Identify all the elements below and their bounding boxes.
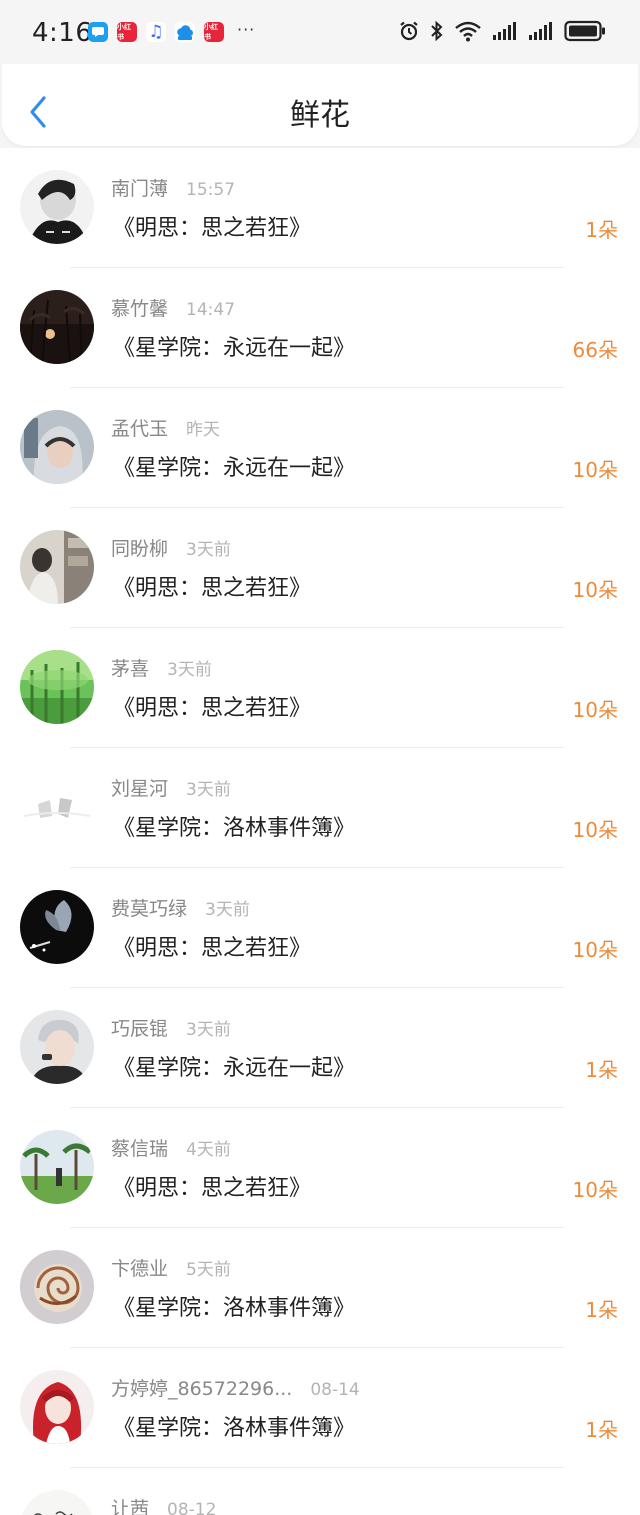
flower-count: 1朵 [585,218,618,242]
wifi-icon [454,20,482,42]
book-title[interactable]: 《星学院：洛林事件簿》 [113,810,355,842]
bluetooth-icon [430,20,444,42]
user-name[interactable]: 同盼柳 [111,534,168,561]
avatar[interactable] [20,1250,94,1324]
list-item[interactable]: 茅喜 3天前 《明思：思之若狂》 10朵 [0,628,640,748]
avatar[interactable] [20,290,94,364]
avatar[interactable] [20,770,94,844]
book-title[interactable]: 《明思：思之若狂》 [113,570,311,602]
timestamp: 3天前 [205,900,250,920]
list-item[interactable]: 蔡信瑞 4天前 《明思：思之若狂》 10朵 [0,1108,640,1228]
signal-icon [492,21,518,41]
book-title[interactable]: 《明思：思之若狂》 [113,930,311,962]
flower-count: 1朵 [585,1418,618,1442]
book-title[interactable]: 《明思：思之若狂》 [113,210,311,242]
user-name[interactable]: 孟代玉 [111,414,168,441]
user-name[interactable]: 让茜 [111,1494,149,1515]
avatar[interactable] [20,890,94,964]
avatar[interactable] [20,410,94,484]
nav-card: 鲜花 [2,64,638,146]
music-icon: ♫ [146,22,166,42]
flower-count: 1朵 [585,1058,618,1082]
battery-icon [564,20,606,42]
timestamp: 3天前 [186,780,231,800]
alarm-icon [398,20,420,42]
list-item[interactable]: 刘星河 3天前 《星学院：洛林事件簿》 10朵 [0,748,640,868]
user-name[interactable]: 慕竹馨 [111,294,168,321]
timestamp: 昨天 [186,420,221,440]
timestamp: 08-14 [310,1380,360,1400]
status-bar: 4:16 小红书 ♫ 小红书 ··· [0,0,640,64]
user-name[interactable]: 刘星河 [111,774,168,801]
red-app-icon: 小红书 [204,22,224,42]
avatar[interactable] [20,1010,94,1084]
flower-list: 南门薄 15:57 《明思：思之若狂》 1朵 慕竹馨 14:47 《星学院：永远… [0,148,640,1515]
timestamp: 3天前 [186,540,231,560]
flower-count: 10朵 [572,1178,618,1202]
timestamp: 3天前 [186,1020,231,1040]
avatar[interactable] [20,1130,94,1204]
signal-icon [528,21,554,41]
timestamp: 14:47 [186,300,236,320]
list-item[interactable]: 卞德业 5天前 《星学院：洛林事件簿》 1朵 [0,1228,640,1348]
flower-count: 10朵 [572,458,618,482]
list-item[interactable]: 南门薄 15:57 《明思：思之若狂》 1朵 [0,148,640,268]
book-title[interactable]: 《明思：思之若狂》 [113,690,311,722]
avatar[interactable] [20,1370,94,1444]
user-name[interactable]: 卞德业 [111,1254,168,1281]
avatar[interactable] [20,1490,94,1515]
avatar[interactable] [20,170,94,244]
cloud-app-icon [175,22,195,42]
user-name[interactable]: 费莫巧绿 [111,894,187,921]
book-title[interactable]: 《星学院：永远在一起》 [113,1050,355,1082]
avatar[interactable] [20,650,94,724]
page-title: 鲜花 [290,98,350,133]
user-name[interactable]: 方婷婷_86572296... [111,1374,292,1401]
list-item[interactable]: 慕竹馨 14:47 《星学院：永远在一起》 66朵 [0,268,640,388]
user-name[interactable]: 巧辰锟 [111,1014,168,1041]
list-item[interactable]: 让茜 08-12 [0,1468,640,1515]
book-title[interactable]: 《星学院：永远在一起》 [113,330,355,362]
status-time: 4:16 [32,18,93,48]
more-notifications-icon: ··· [237,19,256,39]
flower-count: 10朵 [572,818,618,842]
list-item[interactable]: 同盼柳 3天前 《明思：思之若狂》 10朵 [0,508,640,628]
flower-count: 1朵 [585,1298,618,1322]
user-name[interactable]: 蔡信瑞 [111,1134,168,1161]
user-name[interactable]: 茅喜 [111,654,149,681]
flower-count: 66朵 [572,338,618,362]
timestamp: 08-12 [167,1500,217,1515]
book-title[interactable]: 《星学院：洛林事件簿》 [113,1410,355,1442]
flower-count: 10朵 [572,698,618,722]
red-app-icon: 小红书 [117,22,137,42]
list-item[interactable]: 巧辰锟 3天前 《星学院：永远在一起》 1朵 [0,988,640,1108]
flower-count: 10朵 [572,578,618,602]
book-title[interactable]: 《星学院：洛林事件簿》 [113,1290,355,1322]
message-app-icon [88,22,108,42]
list-item[interactable]: 方婷婷_86572296... 08-14 《星学院：洛林事件簿》 1朵 [0,1348,640,1468]
user-name[interactable]: 南门薄 [111,174,168,201]
timestamp: 5天前 [186,1260,231,1280]
status-indicators [388,20,606,42]
avatar[interactable] [20,530,94,604]
status-app-icons: 小红书 ♫ 小红书 ··· [88,19,256,42]
list-item[interactable]: 费莫巧绿 3天前 《明思：思之若狂》 10朵 [0,868,640,988]
timestamp: 4天前 [186,1140,231,1160]
list-item[interactable]: 孟代玉 昨天 《星学院：永远在一起》 10朵 [0,388,640,508]
timestamp: 15:57 [186,180,236,200]
timestamp: 3天前 [167,660,212,680]
flower-count: 10朵 [572,938,618,962]
book-title[interactable]: 《明思：思之若狂》 [113,1170,311,1202]
book-title[interactable]: 《星学院：永远在一起》 [113,450,355,482]
nav-bar: 鲜花 [0,64,640,148]
